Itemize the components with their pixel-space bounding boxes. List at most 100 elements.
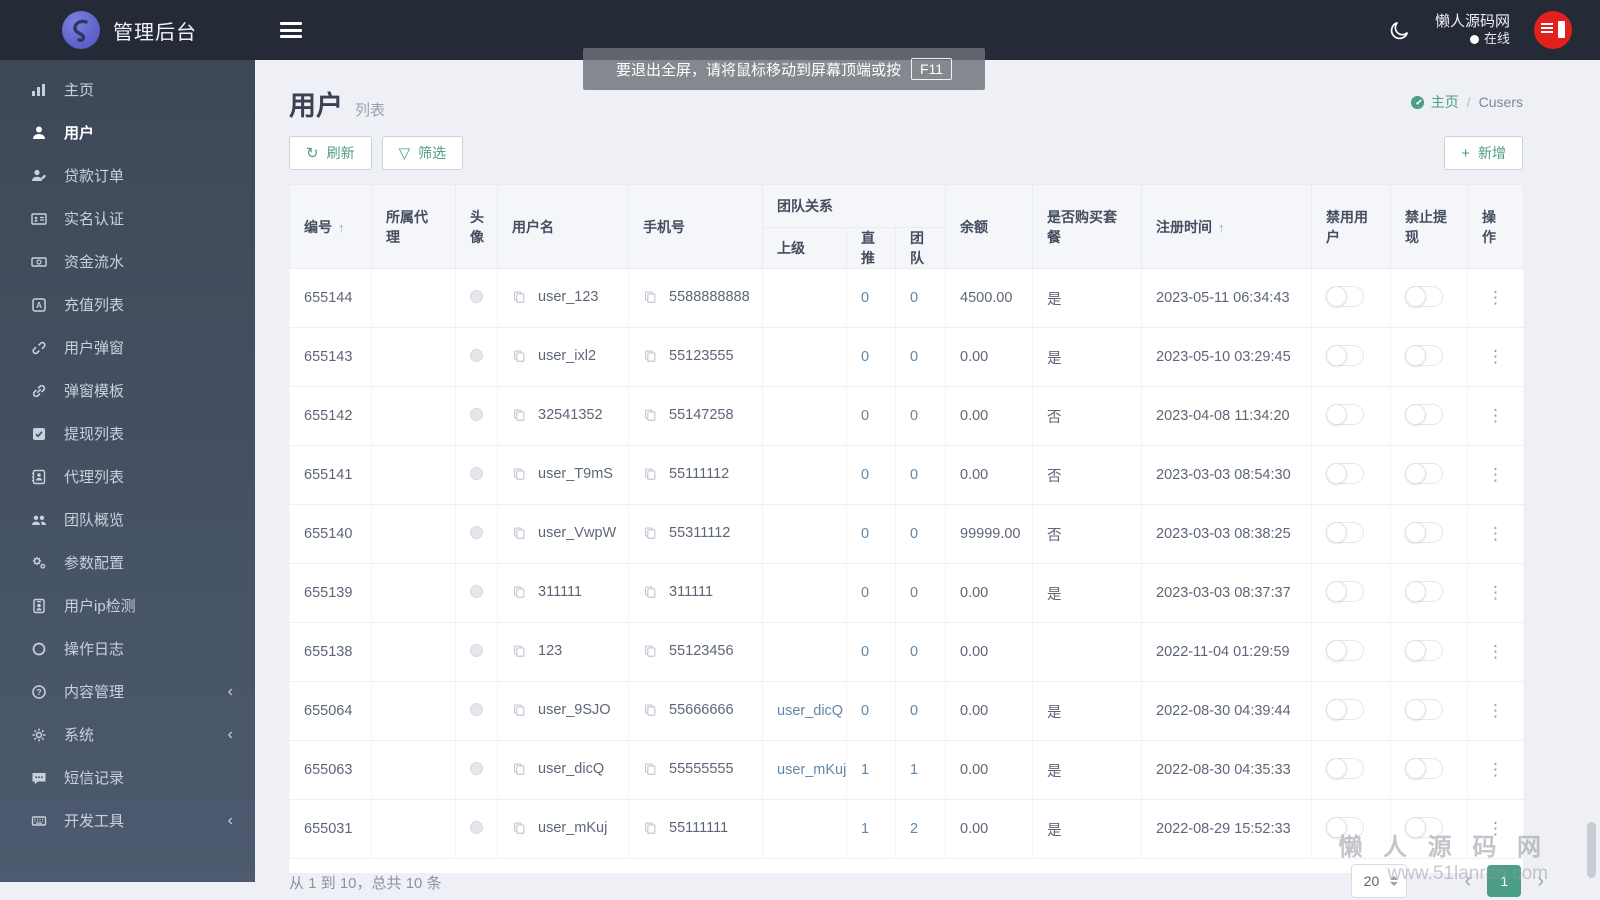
sidebar-item-loan-orders[interactable]: 贷款订单 [0, 154, 255, 197]
col-agent[interactable]: 所属代理 [371, 184, 456, 269]
sidebar-item-agent-list[interactable]: 代理列表 [0, 455, 255, 498]
sidebar-item-team-overview[interactable]: 团队概览 [0, 498, 255, 541]
sidebar-item-home[interactable]: 主页 [0, 68, 255, 111]
disable-user-toggle[interactable] [1326, 580, 1365, 602]
copy-icon[interactable] [512, 821, 526, 839]
sidebar-item-user-popup[interactable]: 用户弹窗 [0, 326, 255, 369]
copy-icon[interactable] [643, 290, 657, 308]
row-actions-icon[interactable]: ⋮ [1487, 347, 1504, 366]
sidebar-item-operation-log[interactable]: 操作日志 [0, 627, 255, 670]
refresh-button[interactable]: ↻ 刷新 [289, 136, 372, 170]
disable-user-toggle[interactable] [1326, 816, 1365, 838]
row-actions-icon[interactable]: ⋮ [1487, 583, 1504, 602]
row-actions-icon[interactable]: ⋮ [1487, 701, 1504, 720]
forbid-withdraw-toggle[interactable] [1405, 639, 1444, 661]
page-size-select[interactable]: 20 [1350, 864, 1407, 898]
disable-user-toggle[interactable] [1326, 462, 1365, 484]
disable-user-toggle[interactable] [1326, 285, 1365, 307]
copy-icon[interactable] [512, 526, 526, 544]
sidebar-item-recharge-list[interactable]: A 充值列表 [0, 283, 255, 326]
copy-icon[interactable] [512, 644, 526, 662]
disable-user-toggle[interactable] [1326, 521, 1365, 543]
scrollbar-thumb[interactable] [1587, 822, 1596, 878]
copy-icon[interactable] [512, 585, 526, 603]
forbid-withdraw-toggle[interactable] [1405, 698, 1444, 720]
forbid-withdraw-toggle[interactable] [1405, 757, 1444, 779]
row-actions-icon[interactable]: ⋮ [1487, 642, 1504, 661]
col-package[interactable]: 是否购买套餐 [1032, 184, 1143, 269]
forbid-withdraw-toggle[interactable] [1405, 403, 1444, 425]
disable-user-toggle[interactable] [1326, 344, 1365, 366]
sidebar-item-label: 贷款订单 [64, 168, 125, 185]
disable-user-toggle[interactable] [1326, 639, 1365, 661]
col-balance[interactable]: 余额 [945, 184, 1034, 269]
row-actions-icon[interactable]: ⋮ [1487, 465, 1504, 484]
package-cell: 是 [1047, 586, 1062, 603]
filter-button[interactable]: ▽ 筛选 [381, 136, 464, 170]
row-actions-icon[interactable]: ⋮ [1487, 406, 1504, 425]
breadcrumb-home[interactable]: 主页 [1410, 92, 1459, 112]
disable-user-toggle[interactable] [1326, 757, 1365, 779]
copy-icon[interactable] [643, 762, 657, 780]
forbid-withdraw-toggle[interactable] [1405, 344, 1444, 366]
sidebar-item-param-config[interactable]: 参数配置 [0, 541, 255, 584]
team-count-cell: 0 [910, 644, 919, 660]
username-cell: user_123 [538, 288, 599, 305]
copy-icon[interactable] [643, 585, 657, 603]
parent-user-cell[interactable]: user_dicQ [777, 703, 843, 719]
copy-icon[interactable] [512, 467, 526, 485]
row-actions-icon[interactable]: ⋮ [1487, 524, 1504, 543]
copy-icon[interactable] [512, 408, 526, 426]
row-actions-icon[interactable]: ⋮ [1487, 760, 1504, 779]
prev-page-icon[interactable]: ‹ [1465, 871, 1472, 891]
parent-user-cell[interactable]: user_mKuj [777, 762, 846, 778]
disable-user-toggle[interactable] [1326, 698, 1365, 720]
sidebar-item-fund-flow[interactable]: 资金流水 [0, 240, 255, 283]
forbid-withdraw-toggle[interactable] [1405, 816, 1444, 838]
copy-icon[interactable] [643, 703, 657, 721]
disable-user-toggle[interactable] [1326, 403, 1365, 425]
user-icon [30, 125, 48, 141]
sidebar-item-sms-records[interactable]: 短信记录 [0, 756, 255, 799]
sidebar-item-content-mgmt[interactable]: ? 内容管理 ‹ [0, 670, 255, 713]
sidebar-item-dev-tools[interactable]: 开发工具 ‹ [0, 799, 255, 842]
col-reg-time[interactable]: 注册时间 ↑ [1141, 184, 1313, 269]
col-id[interactable]: 编号 ↑ [289, 184, 372, 269]
forbid-withdraw-toggle[interactable] [1405, 580, 1444, 602]
col-username[interactable]: 用户名 [497, 184, 629, 269]
user-id-cell: 655031 [304, 821, 353, 837]
avatar[interactable] [1534, 11, 1572, 49]
forbid-withdraw-toggle[interactable] [1405, 462, 1444, 484]
row-actions-icon[interactable]: ⋮ [1487, 288, 1504, 307]
row-actions-icon[interactable]: ⋮ [1487, 819, 1504, 838]
copy-icon[interactable] [643, 644, 657, 662]
copy-icon[interactable] [512, 762, 526, 780]
copy-icon[interactable] [643, 821, 657, 839]
copy-icon[interactable] [643, 408, 657, 426]
forbid-withdraw-toggle[interactable] [1405, 521, 1444, 543]
copy-icon[interactable] [643, 526, 657, 544]
dark-mode-icon[interactable] [1389, 19, 1411, 41]
current-page-button[interactable]: 1 [1487, 865, 1522, 897]
sidebar-item-popup-template[interactable]: 弹窗模板 [0, 369, 255, 412]
copy-icon[interactable] [512, 290, 526, 308]
user-menu[interactable]: 懒人源码网 在线 [1435, 13, 1510, 48]
sidebar-item-withdraw-list[interactable]: 提现列表 [0, 412, 255, 455]
col-direct: 直推 [846, 227, 896, 269]
copy-icon[interactable] [512, 703, 526, 721]
menu-toggle-icon[interactable] [280, 19, 302, 42]
add-button[interactable]: + 新增 [1444, 136, 1523, 170]
copy-icon[interactable] [643, 467, 657, 485]
sidebar-item-user-ip-check[interactable]: 用户ip检测 [0, 584, 255, 627]
sidebar-item-users[interactable]: 用户 [0, 111, 255, 154]
sidebar-item-system[interactable]: 系统 ‹ [0, 713, 255, 756]
copy-icon[interactable] [643, 349, 657, 367]
pagination-summary: 从 1 到 10，总共 10 条 [289, 875, 442, 892]
forbid-withdraw-toggle[interactable] [1405, 285, 1444, 307]
sidebar-item-real-name-auth[interactable]: 实名认证 [0, 197, 255, 240]
username-cell: user_9SJO [538, 701, 611, 718]
col-phone[interactable]: 手机号 [628, 184, 763, 269]
user-id-cell: 655138 [304, 644, 353, 660]
next-page-icon[interactable]: › [1537, 871, 1544, 891]
copy-icon[interactable] [512, 349, 526, 367]
